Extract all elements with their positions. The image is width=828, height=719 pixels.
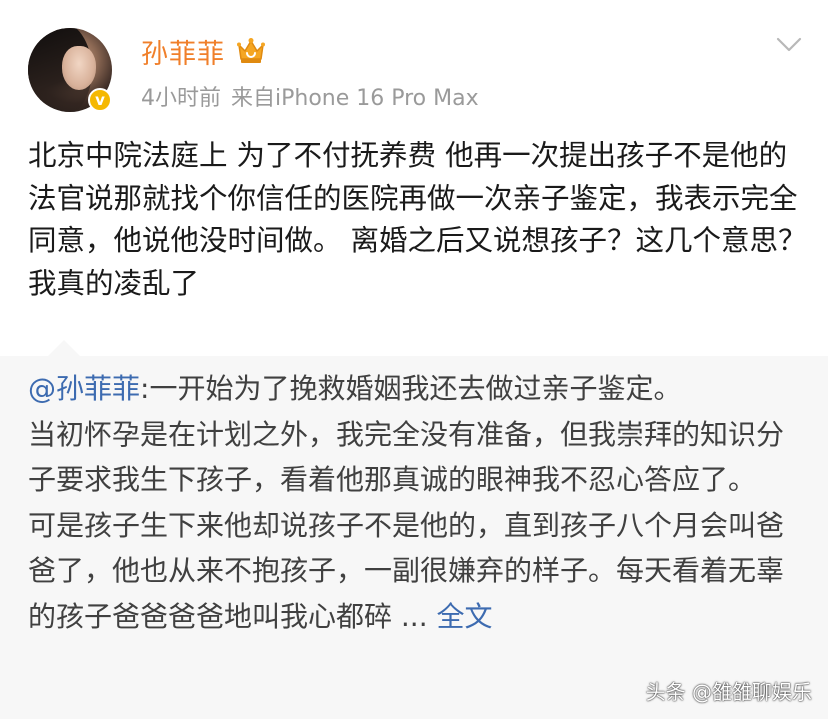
crown-icon[interactable] bbox=[236, 37, 266, 65]
author-name[interactable]: 孙菲菲 bbox=[141, 32, 225, 71]
repost-body: @孙菲菲:一开始为了挽救婚姻我还去做过亲子鉴定。 当初怀孕是在计划之外，我完全没… bbox=[28, 366, 808, 639]
repost-paragraph-3: 可是孩子生下来他却说孩子不是他的，直到孩子八个月会叫爸爸了，他也从来不抱孩子，一… bbox=[28, 503, 808, 640]
chevron-down-icon[interactable] bbox=[776, 36, 802, 54]
repost-line-1: :一开始为了挽救婚姻我还去做过亲子鉴定。 bbox=[140, 372, 682, 405]
repost-paragraph-2: 当初怀孕是在计划之外，我完全没有准备，但我崇拜的知识分子要求我生下孩子，看着他那… bbox=[28, 417, 785, 497]
post-meta: 4小时前 来自iPhone 16 Pro Max bbox=[141, 80, 479, 112]
watermark: 头条 @雒雒聊娱乐 bbox=[645, 680, 812, 704]
verified-badge-icon: v bbox=[88, 88, 112, 112]
repost-pointer bbox=[48, 340, 80, 356]
repost-paragraph-3-text: 可是孩子生下来他却说孩子不是他的，直到孩子八个月会叫爸爸了，他也从来不抱孩子，一… bbox=[28, 508, 785, 633]
avatar-face bbox=[62, 46, 96, 90]
repost-first-line: @孙菲菲:一开始为了挽救婚姻我还去做过亲子鉴定。 bbox=[28, 366, 808, 412]
post-time: 4小时前 bbox=[141, 86, 221, 111]
full-text-link[interactable]: 全文 bbox=[437, 600, 493, 633]
post-body: 北京中院法庭上 为了不付抚养费 他再一次提出孩子不是他的 法官说那就找个你信任的… bbox=[28, 139, 807, 300]
weibo-post: v 孙菲菲 4小时前 来自iPhone 16 Pro Max 北京中院法庭上 为了… bbox=[0, 0, 828, 719]
post-source: 来自iPhone 16 Pro Max bbox=[231, 86, 479, 111]
mention-link[interactable]: @孙菲菲 bbox=[28, 372, 140, 405]
